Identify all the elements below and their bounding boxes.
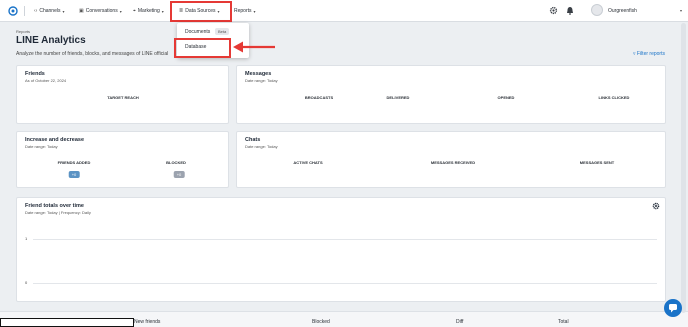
delivered-header: DELIVERED [386,95,410,100]
database-highlight [174,38,231,58]
breadcrumb[interactable]: Reports [16,29,30,34]
nav-conversations-label: Conversations [85,8,118,14]
card-subtitle: As of October 22, 2024 [25,78,67,83]
redaction-box [0,318,134,327]
card-title: Messages [245,71,272,77]
nav-marketing-label: Marketing [137,8,160,14]
chat-bubble-icon [669,304,677,313]
links-clicked-header: LINKS CLICKED [598,95,630,100]
settings-gear-icon[interactable] [549,6,558,15]
chevron-down-icon: ▾ [62,8,65,14]
target-reach-header: TARGET REACH [107,95,139,100]
nav-divider [24,6,25,16]
nav-channels[interactable]: ‹› Channels ▾ [34,8,65,14]
nav-reports[interactable]: Reports ▾ [234,8,256,14]
friends-added-header: FRIENDS ADDED [57,160,91,165]
nav-reports-label: Reports [234,8,252,14]
nav-marketing[interactable]: ⌖ Marketing ▾ [133,8,164,14]
card-title: Increase and decrease [25,137,85,143]
increase-decrease-card: Increase and decrease Date range: Today … [16,131,229,188]
card-subtitle: Date range: Today [245,78,278,83]
friend-totals-card: Friend totals over time Date range: Toda… [16,197,666,302]
filter-reports-link[interactable]: ▿ Filter reports [633,51,665,57]
beta-badge: Beta [215,28,230,35]
col-diff[interactable]: Diff [456,319,463,325]
y-axis-tick: 1 [25,236,28,241]
col-total[interactable]: Total [558,319,569,325]
chevron-down-icon: ▾ [119,8,122,14]
card-title: Friends [25,71,45,77]
scrollbar[interactable] [681,23,686,313]
notification-bell-icon[interactable] [566,6,574,15]
page-title: LINE Analytics [16,35,86,46]
blocked-header: BLOCKED [166,160,186,165]
chart-settings-gear-icon[interactable] [652,202,660,210]
card-subtitle: Date range: Today [25,144,58,149]
chevron-down-icon: ▾ [253,8,256,14]
messages-received-header: MESSAGES RECEIVED [430,160,476,165]
messages-sent-header: MESSAGES SENT [579,160,615,165]
card-title: Chats [245,137,261,143]
blocked-badge: +0 [173,171,185,178]
chats-card: Chats Date range: Today ACTIVE CHATS MES… [236,131,666,188]
gridline [33,283,657,284]
filter-icon: ▿ [633,51,636,57]
avatar[interactable] [591,4,603,16]
marketing-icon: ⌖ [133,8,136,14]
col-new-friends[interactable]: New friends [134,319,160,325]
red-arrow-icon [233,41,275,53]
friends-card: Friends As of October 22, 2024 TARGET RE… [16,65,229,124]
channels-icon: ‹› [34,8,38,14]
filter-reports-label: Filter reports [636,51,665,57]
col-blocked[interactable]: Blocked [312,319,330,325]
card-title: Friend totals over time [25,203,84,209]
data-sources-highlight [170,1,232,22]
card-subtitle: Date range: Today [245,144,278,149]
page-subtitle: Analyze the number of friends, blocks, a… [16,51,169,57]
chat-support-button[interactable] [664,299,682,317]
opened-header: OPENED [497,95,515,100]
nav-channels-label: Channels [39,8,61,14]
conversations-icon: ▣ [79,8,84,14]
chevron-down-icon: ▾ [161,8,164,14]
account-name[interactable]: Ourgreenfish [608,8,637,14]
gridline [33,239,657,240]
y-axis-tick: 0 [25,280,28,285]
menu-item-documents[interactable]: Documents [185,29,210,35]
app-logo-icon[interactable] [8,6,18,16]
card-subtitle: Date range: Today | Frequency: Daily [25,210,91,215]
friends-added-badge: +0 [68,171,80,178]
active-chats-header: ACTIVE CHATS [293,160,323,165]
nav-conversations[interactable]: ▣ Conversations ▾ [79,8,122,14]
broadcasts-header: BROADCASTS [304,95,334,100]
chevron-down-icon[interactable]: ▾ [680,8,682,13]
messages-card: Messages Date range: Today BROADCASTS DE… [236,65,666,124]
top-nav: ‹› Channels ▾ ▣ Conversations ▾ ⌖ Market… [0,0,688,22]
